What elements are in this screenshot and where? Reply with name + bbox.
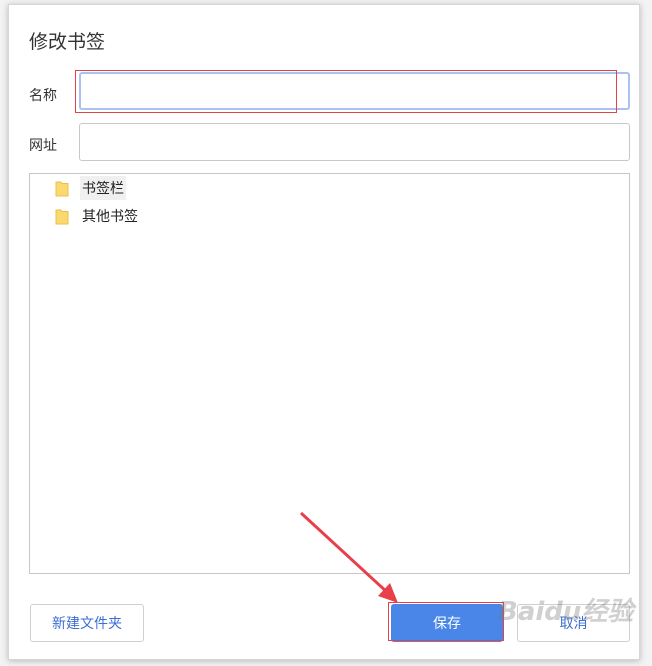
edit-bookmark-dialog: 修改书签 名称 网址 书签栏 其他书签 新建文件夹 保存 取消 — [8, 4, 640, 660]
new-folder-button[interactable]: 新建文件夹 — [30, 604, 144, 642]
folder-icon — [55, 181, 69, 196]
url-input[interactable] — [79, 123, 630, 161]
folder-label: 其他书签 — [82, 209, 138, 225]
dialog-title: 修改书签 — [29, 31, 106, 53]
url-label: 网址 — [29, 138, 57, 154]
folder-item-other-bookmarks[interactable]: 其他书签 — [55, 204, 140, 228]
save-button[interactable]: 保存 — [391, 604, 503, 642]
folder-item-bookmarks-bar[interactable]: 书签栏 — [55, 176, 126, 200]
folder-tree[interactable]: 书签栏 其他书签 — [29, 173, 630, 574]
name-label: 名称 — [29, 88, 57, 104]
folder-label: 书签栏 — [80, 176, 126, 200]
folder-icon — [55, 209, 69, 224]
name-input[interactable] — [79, 72, 630, 110]
cancel-button[interactable]: 取消 — [517, 604, 630, 642]
